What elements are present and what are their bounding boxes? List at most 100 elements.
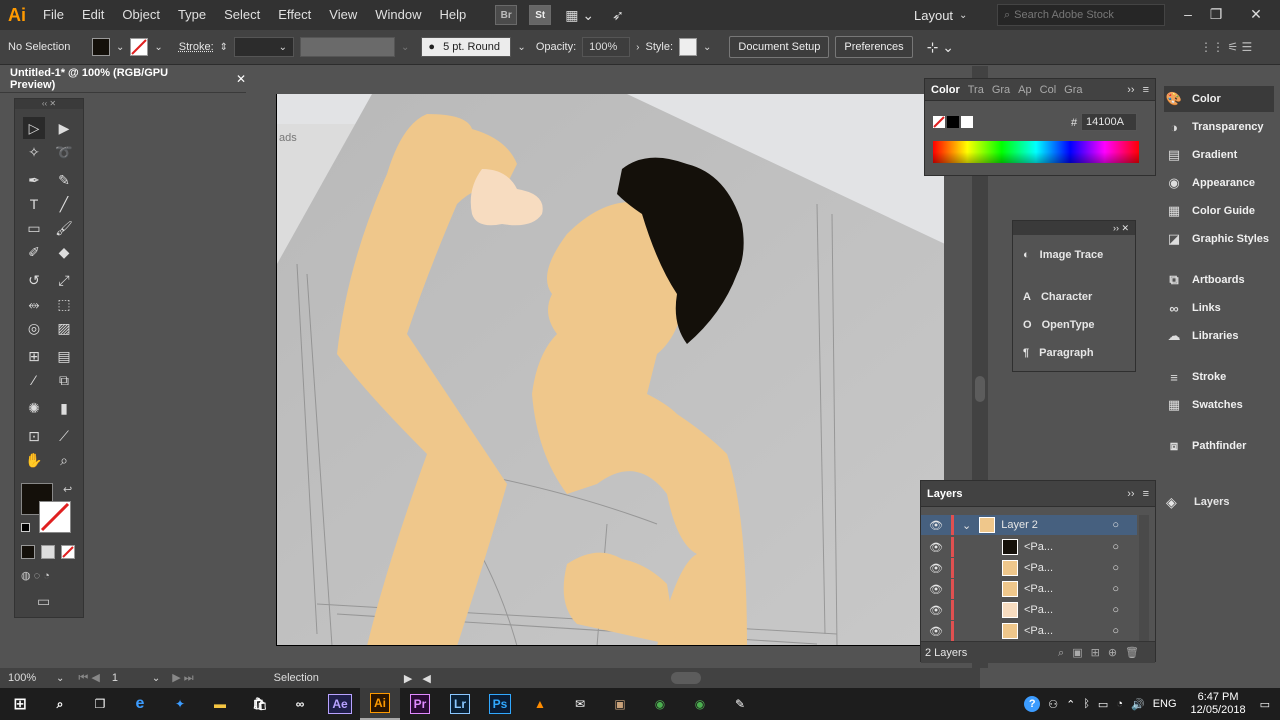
slice-tool-icon[interactable]: ⟋ [53,425,75,447]
shape-builder-icon[interactable]: ◎ [23,317,45,339]
tab-graphic-styles[interactable]: Gra [1064,84,1082,96]
curvature-tool-icon[interactable]: ✎ [53,169,75,191]
premiere-icon[interactable]: Pr [400,688,440,720]
tray-chevron-icon[interactable]: ⌃ [1066,698,1075,711]
workspace-switcher[interactable]: Layout ⌄ [914,5,984,25]
path-name[interactable]: <Pa... [1024,625,1053,637]
dock-item-stroke[interactable]: ≡ Stroke [1164,364,1274,390]
network-icon[interactable]: ▭ [1098,698,1108,711]
layers-scrollbar[interactable] [1139,515,1149,641]
panel-menu-icon[interactable]: ≡ [1143,488,1149,500]
dock-item-pathfinder[interactable]: ⧈ Pathfinder [1164,433,1274,459]
panel-menu-icon[interactable]: ≡ [1143,84,1149,96]
target-icon[interactable]: ○ [1112,583,1119,595]
panel-collapse-icon[interactable]: ›› ✕ [1013,221,1135,235]
stock-button[interactable]: St [529,5,552,25]
scroll-left-icon[interactable]: ◀ [422,672,430,685]
scroll-thumb[interactable] [975,376,985,402]
expand-icon[interactable]: ›› [1127,84,1134,96]
blend-tool-icon[interactable]: ⧉ [53,369,75,391]
preferences-button[interactable]: Preferences [835,36,913,58]
mail-icon[interactable]: ✉ [560,688,600,720]
none-swatch[interactable] [933,116,945,128]
file-explorer-icon[interactable]: ▬ [200,688,240,720]
tab-transparency[interactable]: Tra [968,84,984,96]
gradient-mode-icon[interactable] [41,545,55,559]
scale-tool-icon[interactable]: ⤢ [53,269,75,291]
photo-app-icon[interactable]: ▣ [600,688,640,720]
bridge-button[interactable]: Br [495,5,518,25]
magic-wand-icon[interactable]: ✧ [23,141,45,163]
menu-file[interactable]: File [34,0,73,30]
pen-tool-icon[interactable]: ✒ [23,169,45,191]
chevron-down-icon[interactable]: ⌄ [116,42,124,53]
stroke-weight-field[interactable]: ⌄ [234,37,295,57]
target-icon[interactable]: ○ [1112,625,1119,637]
artboard-number[interactable]: 1 [112,672,142,684]
opentype-item[interactable]: O OpenType [1023,319,1095,331]
menu-edit[interactable]: Edit [73,0,113,30]
sublayer-row[interactable]: 👁 <Pa... ○ [921,537,1137,557]
zoom-level[interactable]: 100% [8,672,56,684]
eye-icon[interactable]: 👁 [921,562,951,575]
stroke-stepper-icon[interactable]: ⇕ [220,42,228,53]
artboard-tool-icon[interactable]: ⊡ [23,425,45,447]
tab-gradient[interactable]: Gra [992,84,1010,96]
eye-icon[interactable]: 👁 [921,583,951,596]
black-swatch[interactable] [947,116,959,128]
next-artboard-icon[interactable]: ▶ ⏭ [172,671,193,685]
hex-input[interactable]: 14100A [1081,113,1137,131]
eye-icon[interactable]: 👁 [921,604,951,617]
stroke-label[interactable]: Stroke: [179,41,214,53]
tab-color-guide[interactable]: Col [1040,84,1057,96]
chevron-down-icon[interactable]: ⌄ [154,42,162,53]
windows-start-icon[interactable]: ⊞ [0,688,40,720]
lasso-icon[interactable]: ➰ [53,141,75,163]
chevron-right-icon[interactable]: › [636,42,639,53]
menu-effect[interactable]: Effect [269,0,320,30]
panel-collapse-icon[interactable]: ‹‹ ✕ [15,99,83,109]
gradient-tool-icon[interactable]: ▤ [53,345,75,367]
dock-item-color-guide[interactable]: ▦ Color Guide [1164,198,1274,224]
color-spectrum[interactable] [933,141,1139,163]
eyedropper-icon[interactable]: ⁄ [23,369,45,391]
paragraph-item[interactable]: ¶ Paragraph [1023,347,1094,359]
character-item[interactable]: A Character [1023,291,1092,303]
document-tab[interactable]: Untitled-1* @ 100% (RGB/GPU Preview) ✕ [0,66,246,93]
line-tool-icon[interactable]: ╱ [53,193,75,215]
menu-window[interactable]: Window [366,0,430,30]
photoshop-icon[interactable]: Ps [480,688,520,720]
path-name[interactable]: <Pa... [1024,604,1053,616]
sublayer-row[interactable]: 👁 <Pa... ○ [921,621,1137,641]
volume-icon[interactable]: 🔊 [1131,698,1145,711]
lightroom-icon[interactable]: Lr [440,688,480,720]
path-name[interactable]: <Pa... [1024,541,1053,553]
menu-object[interactable]: Object [113,0,169,30]
menu-help[interactable]: Help [430,0,475,30]
chrome-icon[interactable]: ◉ [640,688,680,720]
sublayer-row[interactable]: 👁 <Pa... ○ [921,579,1137,599]
eraser-icon[interactable]: ◆ [53,241,75,263]
rotate-tool-icon[interactable]: ↺ [23,269,45,291]
arrange-documents-icon[interactable]: ▦ ⌄ [565,7,594,24]
opacity-field[interactable]: 100% [582,37,631,57]
language-indicator[interactable]: ENG [1153,698,1177,710]
chevron-down-icon[interactable]: ⌄ [962,519,971,532]
none-mode-icon[interactable] [61,545,75,559]
eye-icon[interactable]: 👁 [921,519,951,532]
close-icon[interactable]: ✕ [236,72,246,86]
target-icon[interactable]: ○ [1112,562,1119,574]
menu-type[interactable]: Type [169,0,215,30]
chrome-alt-icon[interactable]: ◉ [680,688,720,720]
menu-view[interactable]: View [320,0,366,30]
status-menu-icon[interactable]: ▶ [404,672,412,685]
image-trace-item[interactable]: ◐ Image Trace [1023,249,1103,261]
edge-icon[interactable]: e [120,688,160,720]
screen-mode-icon[interactable]: ▭ [37,593,50,610]
chevron-down-icon[interactable]: ⌄ [56,673,64,684]
layer-row[interactable]: 👁 ⌄ Layer 2 ○ [921,515,1137,535]
wifi-icon[interactable]: ◔ [1116,698,1123,710]
default-colors-icon[interactable] [21,523,30,532]
graph-tool-icon[interactable]: ▮ [53,397,75,419]
gpu-performance-icon[interactable]: ➶ [612,7,624,24]
